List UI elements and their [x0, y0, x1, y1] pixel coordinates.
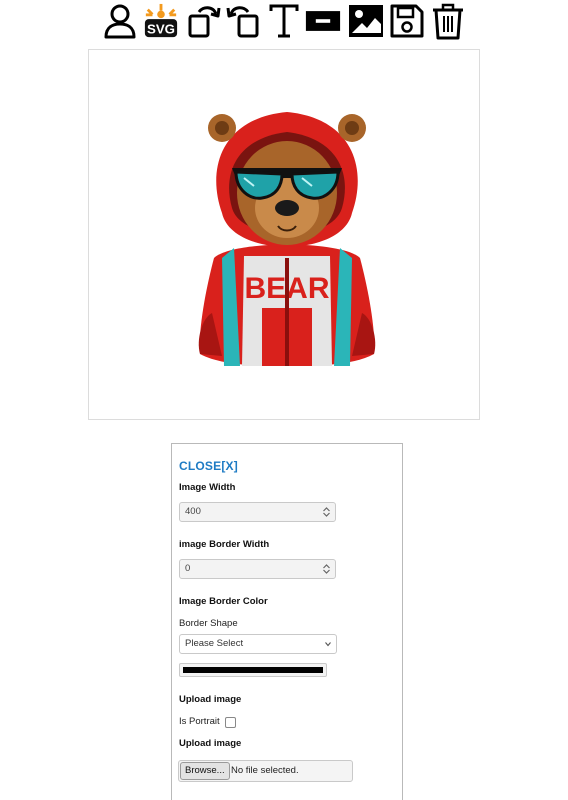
number-spinner-icon[interactable]: [322, 506, 331, 518]
border-color-swatch: [183, 667, 323, 673]
is-portrait-label: Is Portrait: [179, 716, 220, 727]
user-tool-button[interactable]: [102, 2, 138, 40]
rectangle-tool-button[interactable]: [305, 2, 341, 40]
upload-image-label: Upload image: [179, 694, 242, 705]
border-shape-selected: Please Select: [185, 638, 244, 649]
number-spinner-icon[interactable]: [322, 563, 331, 575]
svg-icon: SVG: [144, 3, 178, 38]
save-tool-button[interactable]: [389, 2, 425, 40]
trash-icon: [433, 3, 463, 40]
chevron-down-icon: [325, 642, 331, 647]
file-status-text: No file selected.: [231, 765, 299, 776]
toolbar: SVG: [0, 0, 568, 44]
border-color-picker[interactable]: [179, 663, 327, 677]
image-width-value: 400: [185, 506, 201, 517]
border-width-value: 0: [185, 563, 191, 574]
browse-button[interactable]: Browse...: [180, 762, 230, 780]
save-icon: [390, 4, 424, 38]
text-icon: [269, 4, 299, 38]
svg-icon-label: SVG: [147, 21, 175, 36]
border-color-label: Image Border Color: [179, 596, 268, 607]
bear-hoodie-image[interactable]: BEAR: [192, 108, 382, 366]
rotate-left-button[interactable]: [225, 2, 261, 40]
border-width-input[interactable]: 0: [179, 559, 336, 579]
is-portrait-checkbox[interactable]: [225, 717, 236, 728]
border-width-label: image Border Width: [179, 539, 270, 550]
rectangle-icon: [305, 11, 341, 31]
rotate-right-button[interactable]: [186, 2, 222, 40]
text-tool-button[interactable]: [266, 2, 302, 40]
upload-image-label-2: Upload image: [179, 738, 242, 749]
image-width-input[interactable]: 400: [179, 502, 336, 522]
rotate-right-icon: [188, 6, 221, 38]
border-shape-select[interactable]: Please Select: [179, 634, 337, 654]
image-icon: [349, 5, 383, 37]
rotate-left-icon: [226, 6, 259, 38]
user-icon: [104, 4, 136, 39]
border-shape-label: Border Shape: [179, 618, 238, 629]
image-tool-button[interactable]: [348, 2, 384, 40]
svg-tool-button[interactable]: SVG: [143, 2, 179, 40]
image-settings-panel: CLOSE[X] Image Width 400 image Border Wi…: [171, 443, 403, 800]
delete-tool-button[interactable]: [430, 2, 466, 40]
close-panel-link[interactable]: CLOSE[X]: [179, 459, 238, 473]
design-canvas[interactable]: BEAR: [88, 49, 480, 420]
image-width-label: Image Width: [179, 482, 236, 493]
file-upload-input[interactable]: Browse... No file selected.: [178, 760, 353, 782]
